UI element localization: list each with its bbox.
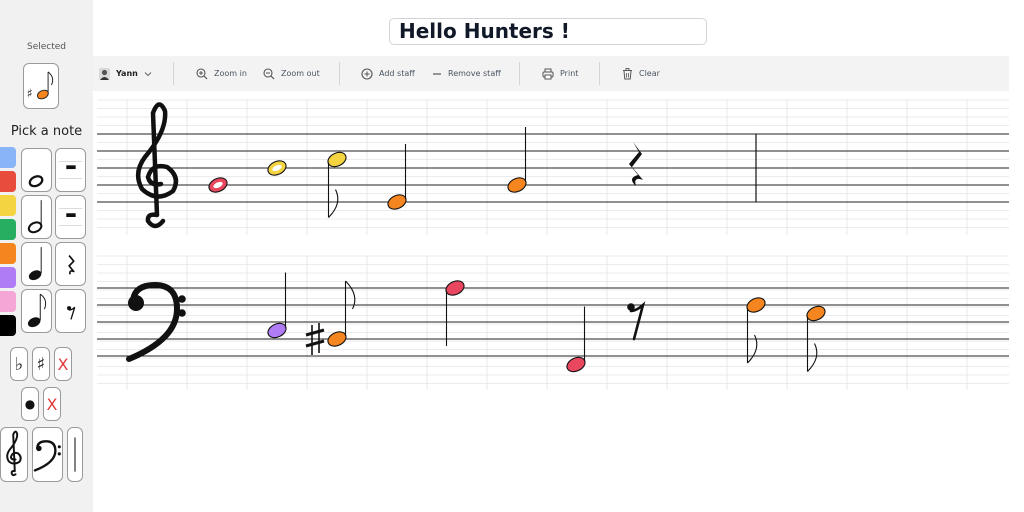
whole-note-button[interactable]: [21, 148, 52, 192]
color-swatch-pink[interactable]: [0, 291, 16, 312]
note-head: [445, 280, 465, 296]
treble-clef-icon: [135, 102, 179, 229]
zoom-in-button[interactable]: Zoom in: [196, 56, 247, 91]
quarter-rest-button[interactable]: [55, 242, 86, 286]
whole-rest-button[interactable]: [55, 148, 86, 192]
treble-staff[interactable]: [97, 99, 1009, 235]
whole-note-icon: [28, 175, 44, 188]
note-flag: [807, 343, 818, 372]
half-note[interactable]: [565, 306, 588, 375]
remove-dot-button[interactable]: X: [43, 387, 61, 421]
remove-staff-button[interactable]: Remove staff: [432, 56, 501, 91]
user-menu[interactable]: Yann: [99, 56, 158, 91]
zoom-out-button[interactable]: Zoom out: [263, 56, 320, 91]
bass-clef-icon: [33, 440, 61, 472]
add-staff-label: Add staff: [379, 69, 415, 78]
remove-accidental-button[interactable]: X: [54, 347, 72, 381]
note-head: [327, 151, 347, 168]
eighth-rest-icon: [67, 306, 76, 320]
quarter-note-button[interactable]: [21, 242, 52, 286]
note-head: [387, 194, 407, 210]
add-circle-icon: [361, 67, 373, 80]
note-head: [267, 322, 287, 339]
eighth-note[interactable]: [805, 304, 828, 372]
whole-note[interactable]: [266, 158, 289, 178]
flat-button[interactable]: ♭: [10, 347, 28, 381]
sharp-button[interactable]: ♯: [32, 347, 50, 381]
color-swatch-orange[interactable]: [0, 243, 16, 264]
zoom-out-label: Zoom out: [281, 69, 320, 78]
remove-dot-icon: X: [46, 394, 58, 414]
half-rest-button[interactable]: [55, 195, 86, 239]
color-swatch-yellow[interactable]: [0, 195, 16, 216]
svg-text:♯: ♯: [27, 86, 33, 100]
quarter-note-icon: [28, 247, 42, 281]
toolbar-divider: [519, 62, 520, 85]
chevron-down-icon: [144, 71, 152, 76]
half-note[interactable]: [506, 127, 529, 195]
sharp-icon: ♯: [36, 353, 46, 375]
trash-icon: [623, 67, 632, 79]
zoom-in-label: Zoom in: [214, 69, 247, 78]
print-button[interactable]: Print: [542, 56, 578, 91]
treble-clef-icon: [6, 430, 22, 477]
flat-icon: ♭: [14, 353, 24, 375]
half-note-icon: [27, 200, 43, 234]
dot-button[interactable]: ●: [21, 387, 39, 421]
eighth-note[interactable]: [326, 150, 349, 218]
note-head: [746, 297, 766, 313]
half-note-button[interactable]: [21, 195, 52, 239]
half-note[interactable]: [266, 272, 289, 341]
zoom-out-icon: [263, 67, 275, 79]
eighth-note-button[interactable]: [21, 289, 52, 333]
whole-note[interactable]: [207, 175, 230, 195]
dot-icon: ●: [24, 397, 36, 411]
clear-button[interactable]: Clear: [622, 56, 660, 91]
score-title-input[interactable]: Hello Hunters !: [389, 18, 707, 45]
eighth-note[interactable]: [745, 295, 768, 364]
selected-label: Selected: [26, 42, 66, 52]
half-note[interactable]: [386, 144, 409, 212]
color-swatch-red[interactable]: [0, 171, 16, 192]
minus-icon: [433, 72, 441, 75]
half-rest-icon: [58, 208, 83, 226]
bass-clef-button[interactable]: [32, 427, 63, 482]
note-head: [566, 356, 586, 373]
remove-staff-label: Remove staff: [448, 69, 501, 78]
color-swatch-blue[interactable]: [0, 147, 16, 168]
avatar: [99, 67, 110, 80]
user-name: Yann: [116, 69, 138, 78]
color-swatch-purple[interactable]: [0, 267, 16, 288]
color-swatch-black[interactable]: [0, 315, 16, 336]
whole-rest-icon: [58, 161, 83, 179]
clear-label: Clear: [639, 69, 660, 78]
toolbar: Yann Zoom in Zoom out Add staff Remove s…: [93, 56, 1009, 91]
barline-icon: [74, 437, 76, 472]
half-note[interactable]: [444, 278, 467, 346]
print-label: Print: [560, 69, 579, 78]
music-score[interactable]: [97, 92, 1009, 392]
printer-icon: [542, 68, 554, 79]
quarter-rest-symbol: [629, 142, 643, 186]
add-staff-button[interactable]: Add staff: [361, 56, 415, 91]
pick-note-label: Pick a note: [10, 124, 83, 139]
eighth-rest-button[interactable]: [55, 289, 86, 333]
treble-clef-button[interactable]: [0, 427, 28, 482]
color-swatch-green[interactable]: [0, 219, 16, 240]
zoom-in-icon: [196, 67, 208, 79]
toolbar-divider: [173, 62, 174, 85]
note-palette-sidebar: Selected ♯ Pick a note ♭ ♯ X ● X: [0, 0, 93, 512]
selected-note-preview: ♯: [23, 63, 59, 109]
quarter-rest-icon: [68, 255, 75, 275]
eighth-rest-symbol: [627, 301, 646, 341]
remove-accidental-icon: X: [57, 354, 69, 374]
note-head: [806, 305, 826, 322]
eighth-note-icon: [27, 293, 47, 328]
toolbar-divider: [599, 62, 600, 85]
note-head: [507, 177, 527, 193]
note-head: [327, 331, 347, 347]
toolbar-divider: [339, 62, 340, 85]
bass-staff[interactable]: [97, 255, 1009, 390]
barline-button[interactable]: [67, 427, 83, 482]
